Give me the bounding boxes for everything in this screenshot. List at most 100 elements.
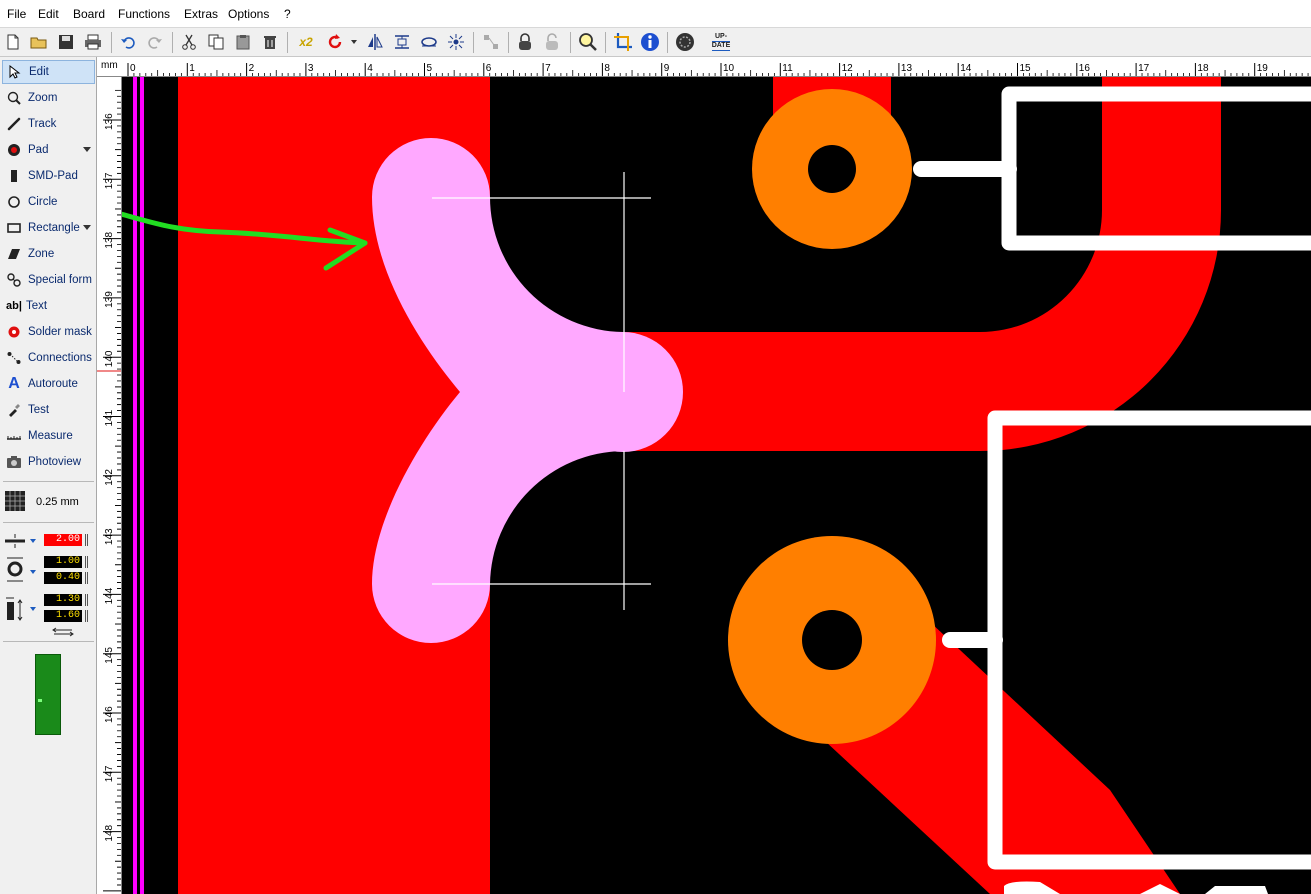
toolbar-separator [111, 32, 112, 53]
ruler-x-label: 13 [901, 63, 913, 74]
track-width-field[interactable]: 2.00 [44, 534, 82, 546]
through-hole-pad-bottom[interactable] [728, 536, 936, 744]
print-icon[interactable] [83, 32, 103, 52]
smd-size-dropdown-icon[interactable] [30, 607, 36, 611]
ruler-x-label: 7 [545, 63, 551, 74]
update-icon[interactable]: UP- DATE [708, 32, 734, 52]
pad-diameter-dropdown-icon[interactable] [30, 570, 36, 574]
tool-photoview[interactable]: Photoview [2, 450, 95, 474]
tool-solder-mask[interactable]: Solder mask [2, 320, 95, 344]
align-icon[interactable] [392, 32, 412, 52]
tool-rectangle[interactable]: Rectangle [2, 216, 95, 240]
ruler-y-label: 137 [104, 172, 115, 189]
tool-label: Test [28, 404, 50, 416]
pad-inner-field[interactable]: 0.40 [44, 572, 82, 584]
chevron-down-icon[interactable] [83, 147, 91, 152]
zoom-x2-icon[interactable]: x2 [294, 32, 318, 52]
new-file-icon[interactable] [3, 32, 23, 52]
grid-value: 0.25 mm [36, 496, 79, 508]
through-hole-pad-top[interactable] [752, 89, 912, 249]
track-width-dropdown-icon[interactable] [30, 539, 36, 543]
ruler-x-label: 18 [1197, 63, 1209, 74]
spin-icon[interactable] [85, 610, 88, 622]
crop-icon[interactable] [613, 32, 633, 52]
copy-icon[interactable] [206, 32, 226, 52]
tool-smd-pad[interactable]: SMD-Pad [2, 164, 95, 188]
grid-setting[interactable]: 0.25 mm [4, 490, 94, 514]
chevron-down-icon[interactable] [83, 225, 91, 230]
ruler-y-label: 136 [104, 113, 115, 130]
solder-mask-icon [6, 324, 22, 340]
spin-icon[interactable] [85, 556, 88, 568]
tool-label: Special form [28, 274, 92, 286]
settings-gear-icon[interactable] [675, 32, 695, 52]
spin-icon[interactable] [85, 534, 88, 546]
lock-icon[interactable] [515, 32, 535, 52]
save-icon[interactable] [56, 32, 76, 52]
tool-edit[interactable]: Edit [2, 60, 95, 84]
tool-connections[interactable]: Connections [2, 346, 95, 370]
tool-track[interactable]: Track [2, 112, 95, 136]
tool-measure[interactable]: Measure [2, 424, 95, 448]
rotate-dropdown-icon[interactable] [349, 32, 359, 52]
rotate-icon[interactable] [325, 32, 345, 52]
toolbar-separator [570, 32, 571, 53]
update-label-bottom: DATE [711, 41, 731, 51]
ruler-x-label: 10 [723, 63, 735, 74]
menu-functions[interactable]: Functions [118, 7, 170, 21]
layer-preview[interactable] [35, 654, 61, 735]
swap-icon[interactable] [52, 626, 74, 640]
tool-label: Zone [28, 248, 55, 260]
magnifier-icon[interactable] [578, 32, 598, 52]
menu-help[interactable]: ? [284, 7, 291, 21]
group-icon[interactable] [481, 32, 501, 52]
flip-icon[interactable] [419, 32, 439, 52]
cut-icon[interactable] [179, 32, 199, 52]
pad-outer-field[interactable]: 1.00 [44, 556, 82, 568]
cursor-arrow-icon [7, 64, 23, 80]
ruler-y-label: 142 [104, 469, 115, 486]
toolbar-separator [172, 32, 173, 53]
scatter-icon[interactable] [446, 32, 466, 52]
mirror-icon[interactable] [365, 32, 385, 52]
tool-test[interactable]: Test [2, 398, 95, 422]
menu-bar: File Edit Board Functions Extras Options… [0, 0, 1311, 28]
menu-options[interactable]: Options [228, 7, 269, 21]
layer-marker [38, 699, 42, 702]
tool-zone[interactable]: Zone [2, 242, 95, 266]
tool-pad[interactable]: Pad [2, 138, 95, 162]
track-icon [6, 116, 22, 132]
menu-extras[interactable]: Extras [184, 7, 218, 21]
tool-panel: Edit Zoom Track Pad SMD-Pad Circle Recta… [0, 57, 97, 894]
unlock-icon[interactable] [542, 32, 562, 52]
copper-track-curve[interactable] [620, 77, 1221, 451]
redo-icon[interactable] [145, 32, 165, 52]
vertical-ruler: 1361371381391401411421431441451461471489 [97, 77, 122, 894]
ruler-x-label: 12 [842, 63, 854, 74]
ruler-y-label: 139 [104, 291, 115, 308]
menu-board[interactable]: Board [73, 7, 105, 21]
ruler-x-label: 2 [249, 63, 255, 74]
open-folder-icon[interactable] [29, 32, 49, 52]
pcb-canvas[interactable] [122, 77, 1311, 894]
ruler-x-label: 11 [782, 63, 793, 74]
measure-icon [6, 428, 22, 444]
smd-width-field[interactable]: 1.30 [44, 594, 82, 606]
tool-zoom[interactable]: Zoom [2, 86, 95, 110]
spin-icon[interactable] [85, 572, 88, 584]
tool-autoroute[interactable]: A Autoroute [2, 372, 95, 396]
info-icon[interactable] [640, 32, 660, 52]
spin-icon[interactable] [85, 594, 88, 606]
undo-icon[interactable] [118, 32, 138, 52]
toolbar-separator [287, 32, 288, 53]
delete-icon[interactable] [260, 32, 280, 52]
paste-icon[interactable] [233, 32, 253, 52]
smd-height-field[interactable]: 1.60 [44, 610, 82, 622]
tool-label: SMD-Pad [28, 170, 78, 182]
tool-text[interactable]: ab| Text [2, 294, 95, 318]
menu-file[interactable]: File [7, 7, 26, 21]
ruler-y-label: 145 [104, 647, 115, 664]
menu-edit[interactable]: Edit [38, 7, 59, 21]
tool-special-form[interactable]: Special form [2, 268, 95, 292]
tool-circle[interactable]: Circle [2, 190, 95, 214]
